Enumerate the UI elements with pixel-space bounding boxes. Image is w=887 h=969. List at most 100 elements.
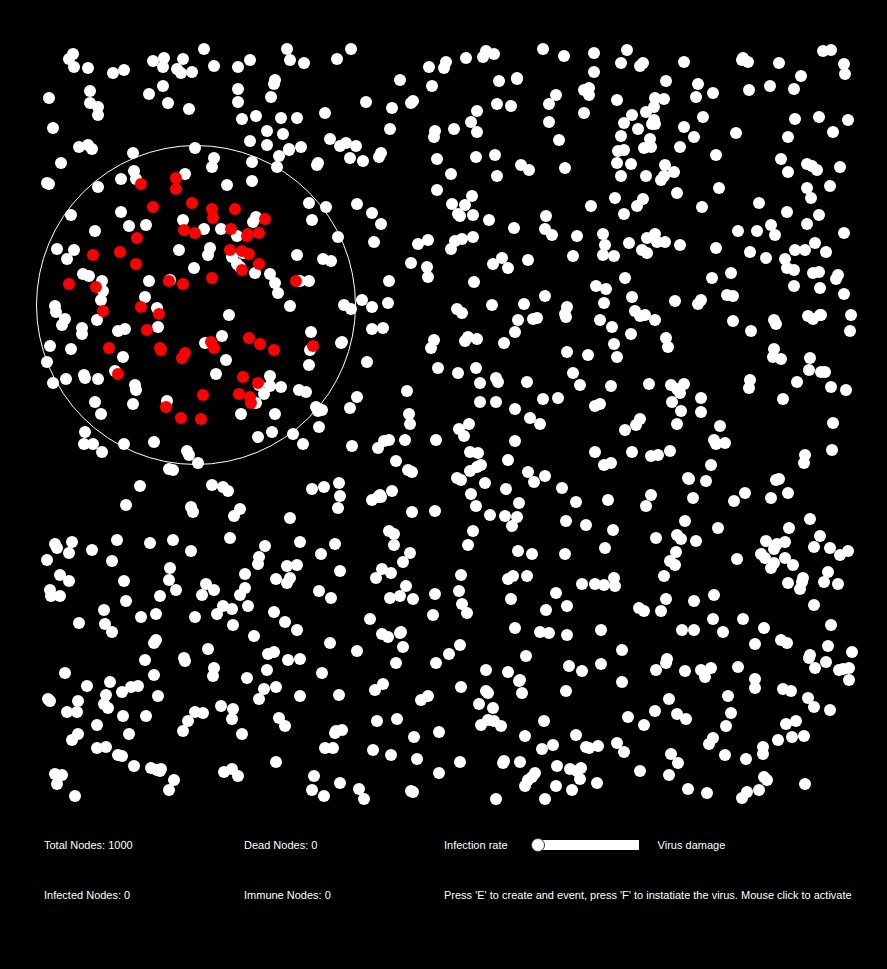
node bbox=[825, 44, 837, 56]
infected-node bbox=[208, 342, 220, 354]
node bbox=[324, 637, 336, 649]
node bbox=[202, 643, 214, 655]
node bbox=[606, 321, 618, 333]
node bbox=[521, 376, 533, 388]
node bbox=[700, 475, 712, 487]
node bbox=[432, 362, 444, 374]
infected-node bbox=[170, 183, 182, 195]
node bbox=[421, 261, 433, 273]
node bbox=[607, 524, 619, 536]
node bbox=[215, 700, 227, 712]
node bbox=[671, 529, 683, 541]
node bbox=[780, 718, 792, 730]
node bbox=[707, 87, 719, 99]
node bbox=[275, 381, 287, 393]
node bbox=[312, 157, 324, 169]
node bbox=[486, 299, 498, 311]
infection-rate-slider[interactable] bbox=[531, 838, 639, 852]
node bbox=[576, 578, 588, 590]
node bbox=[615, 170, 627, 182]
node bbox=[196, 589, 208, 601]
node bbox=[782, 166, 794, 178]
node bbox=[367, 744, 379, 756]
node bbox=[655, 605, 667, 617]
node bbox=[306, 214, 318, 226]
node bbox=[625, 158, 637, 170]
node bbox=[775, 153, 787, 165]
node bbox=[431, 153, 443, 165]
node bbox=[390, 455, 402, 467]
node bbox=[452, 367, 464, 379]
node bbox=[371, 715, 383, 727]
node bbox=[500, 483, 512, 495]
node bbox=[232, 83, 244, 95]
node bbox=[492, 376, 504, 388]
node bbox=[186, 66, 198, 78]
node bbox=[275, 112, 287, 124]
node bbox=[135, 611, 147, 623]
node bbox=[645, 141, 657, 153]
node bbox=[455, 474, 467, 486]
node bbox=[523, 164, 535, 176]
node bbox=[118, 64, 130, 76]
node bbox=[236, 113, 248, 125]
node bbox=[293, 384, 305, 396]
node bbox=[317, 253, 329, 265]
node bbox=[537, 393, 549, 405]
node bbox=[445, 168, 457, 180]
node bbox=[719, 749, 731, 761]
node bbox=[375, 147, 387, 159]
slider-knob[interactable] bbox=[531, 838, 545, 852]
node bbox=[832, 578, 844, 590]
node bbox=[749, 638, 761, 650]
node bbox=[385, 749, 397, 761]
node bbox=[369, 684, 381, 696]
node bbox=[574, 379, 586, 391]
node bbox=[634, 765, 646, 777]
node bbox=[332, 231, 344, 243]
node bbox=[520, 650, 532, 662]
node bbox=[54, 569, 66, 581]
node bbox=[498, 337, 510, 349]
infected-node bbox=[253, 258, 265, 270]
node bbox=[720, 720, 732, 732]
node bbox=[467, 525, 479, 537]
node bbox=[795, 70, 807, 82]
node bbox=[55, 157, 67, 169]
node bbox=[382, 297, 394, 309]
node bbox=[820, 656, 832, 668]
node bbox=[268, 606, 280, 618]
node bbox=[308, 770, 320, 782]
simulation-canvas[interactable] bbox=[0, 0, 887, 810]
node bbox=[167, 534, 179, 546]
node bbox=[427, 609, 439, 621]
node bbox=[455, 569, 467, 581]
node bbox=[386, 485, 398, 497]
node bbox=[120, 499, 132, 511]
node bbox=[575, 762, 587, 774]
node bbox=[757, 748, 769, 760]
node bbox=[465, 116, 477, 128]
node bbox=[76, 322, 88, 334]
infected-node bbox=[135, 301, 147, 313]
node bbox=[127, 398, 139, 410]
stat: Total Nodes: 1000 bbox=[44, 836, 244, 886]
node bbox=[589, 446, 601, 458]
node bbox=[730, 127, 742, 139]
node bbox=[470, 500, 482, 512]
node bbox=[786, 731, 798, 743]
node bbox=[407, 593, 419, 605]
node bbox=[674, 239, 686, 251]
node bbox=[591, 777, 603, 789]
node bbox=[540, 210, 552, 222]
node bbox=[143, 88, 155, 100]
node bbox=[402, 464, 414, 476]
node bbox=[553, 134, 565, 146]
node bbox=[313, 421, 325, 433]
node bbox=[488, 48, 500, 60]
node bbox=[534, 626, 546, 638]
node bbox=[799, 244, 811, 256]
stat: Immune Nodes: 0 bbox=[244, 886, 444, 936]
node bbox=[731, 553, 743, 565]
node bbox=[609, 192, 621, 204]
